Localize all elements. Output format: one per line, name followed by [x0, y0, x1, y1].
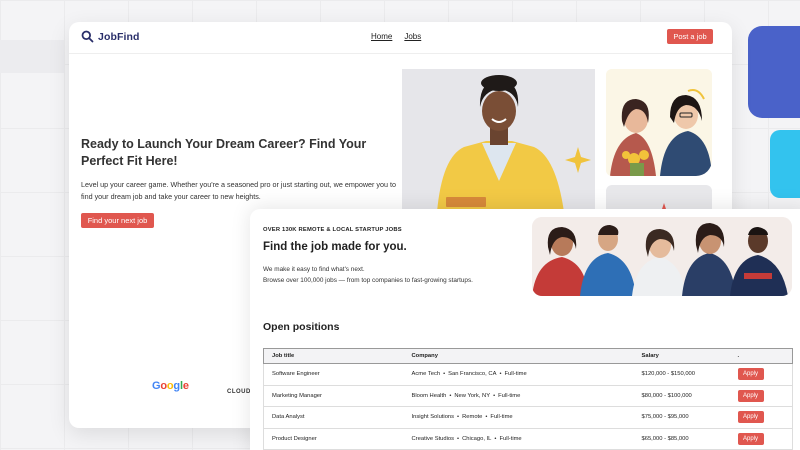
background-block — [0, 40, 64, 73]
hero-photo-professional — [402, 69, 595, 212]
salary-cell: $80,000 - $100,000 — [633, 385, 730, 407]
apply-button[interactable]: Apply — [737, 432, 764, 445]
job-type: Full-time — [504, 371, 527, 378]
column-header-salary[interactable]: Salary — [633, 348, 730, 364]
section-eyebrow: OVER 130K REMOTE & LOCAL STARTUP JOBS — [263, 227, 402, 233]
separator-dot: • — [457, 414, 460, 421]
brand-logo[interactable]: JobFind — [81, 30, 140, 43]
job-title-cell[interactable]: Marketing Manager — [263, 385, 404, 407]
job-listings-window: OVER 130K REMOTE & LOCAL STARTUP JOBS Fi… — [250, 209, 800, 450]
job-location: New York, NY — [454, 392, 491, 399]
decorative-blue-panel — [748, 26, 800, 118]
job-title-cell[interactable]: Software Engineer — [263, 363, 404, 386]
job-title-cell[interactable]: Product Designer — [263, 428, 404, 450]
action-cell: Apply — [729, 385, 793, 407]
company-name: Creative Studios — [411, 435, 455, 442]
company-cell: Bloom Health • New York, NY • Full-time — [403, 385, 634, 407]
company-name: Insight Solutions — [411, 414, 455, 421]
table-row: Marketing Manager Bloom Health • New York,… — [263, 385, 793, 407]
column-header-action: . — [729, 348, 793, 364]
table-row: Data Analyst Insight Solutions • Remote • Fu… — [263, 406, 793, 429]
apply-button[interactable]: Apply — [737, 411, 764, 424]
decorative-cyan-panel — [770, 130, 800, 198]
nav-link-jobs[interactable]: Jobs — [404, 32, 421, 41]
post-job-button[interactable]: Post a job — [667, 29, 713, 44]
separator-dot: • — [443, 371, 446, 378]
column-header-job-title[interactable]: Job title — [263, 348, 404, 364]
separator-dot: • — [493, 392, 496, 399]
table-row: Software Engineer Acme Tech • San Francisc… — [263, 363, 793, 386]
column-header-company[interactable]: Company — [403, 348, 634, 364]
nav-link-home[interactable]: Home — [371, 32, 392, 41]
job-location: Remote — [462, 414, 483, 421]
hero-title: Ready to Launch Your Dream Career? Find … — [81, 137, 367, 168]
team-photo — [532, 217, 792, 296]
company-cell: Insight Solutions • Remote • Full-time — [403, 406, 634, 429]
partner-logo-cloud: CLOUD — [227, 389, 251, 395]
action-cell: Apply — [729, 363, 793, 386]
section-title: Find the job made for you. — [263, 241, 407, 253]
photo-collaboration — [606, 69, 712, 176]
table-row: Product Designer Creative Studios • Chicag… — [263, 428, 793, 450]
salary-cell: $75,000 - $95,000 — [633, 406, 730, 429]
brand-name: JobFind — [98, 30, 140, 43]
section-description: We make it easy to find what's next. Bro… — [263, 264, 523, 286]
company-cell: Creative Studios • Chicago, IL • Full-time — [403, 428, 634, 450]
job-type: Full-time — [499, 435, 522, 442]
hero-description: Level up your career game. Whether you'r… — [81, 180, 396, 201]
job-location: Chicago, IL — [462, 435, 492, 442]
description-line: We make it easy to find what's next. — [263, 266, 365, 273]
job-type: Full-time — [498, 392, 521, 399]
company-name: Bloom Health — [411, 392, 447, 399]
jobs-table: Job title Company Salary . Software Engi… — [263, 348, 793, 450]
salary-cell: $120,000 - $150,000 — [633, 363, 730, 386]
open-positions-title: Open positions — [263, 321, 340, 333]
company-cell: Acme Tech • San Francisco, CA • Full-time — [403, 363, 634, 386]
table-header-row: Job title Company Salary . — [263, 348, 793, 364]
google-logo: Google — [152, 380, 189, 392]
job-location: San Francisco, CA — [448, 371, 497, 378]
apply-button[interactable]: Apply — [737, 368, 764, 381]
action-cell: Apply — [729, 428, 793, 450]
job-title-cell[interactable]: Data Analyst — [263, 406, 404, 429]
top-navigation-bar: JobFind Home Jobs Post a job — [69, 22, 732, 54]
job-type: Full-time — [490, 414, 513, 421]
separator-dot: • — [457, 435, 460, 442]
find-job-button[interactable]: Find your next job — [81, 213, 154, 228]
main-nav: Home Jobs — [371, 32, 421, 41]
salary-cell: $65,000 - $85,000 — [633, 428, 730, 450]
action-cell: Apply — [729, 406, 793, 429]
description-line: Browse over 100,000 jobs — from top comp… — [263, 277, 473, 284]
search-icon — [81, 30, 94, 43]
apply-button[interactable]: Apply — [737, 389, 764, 402]
company-name: Acme Tech — [411, 371, 441, 378]
